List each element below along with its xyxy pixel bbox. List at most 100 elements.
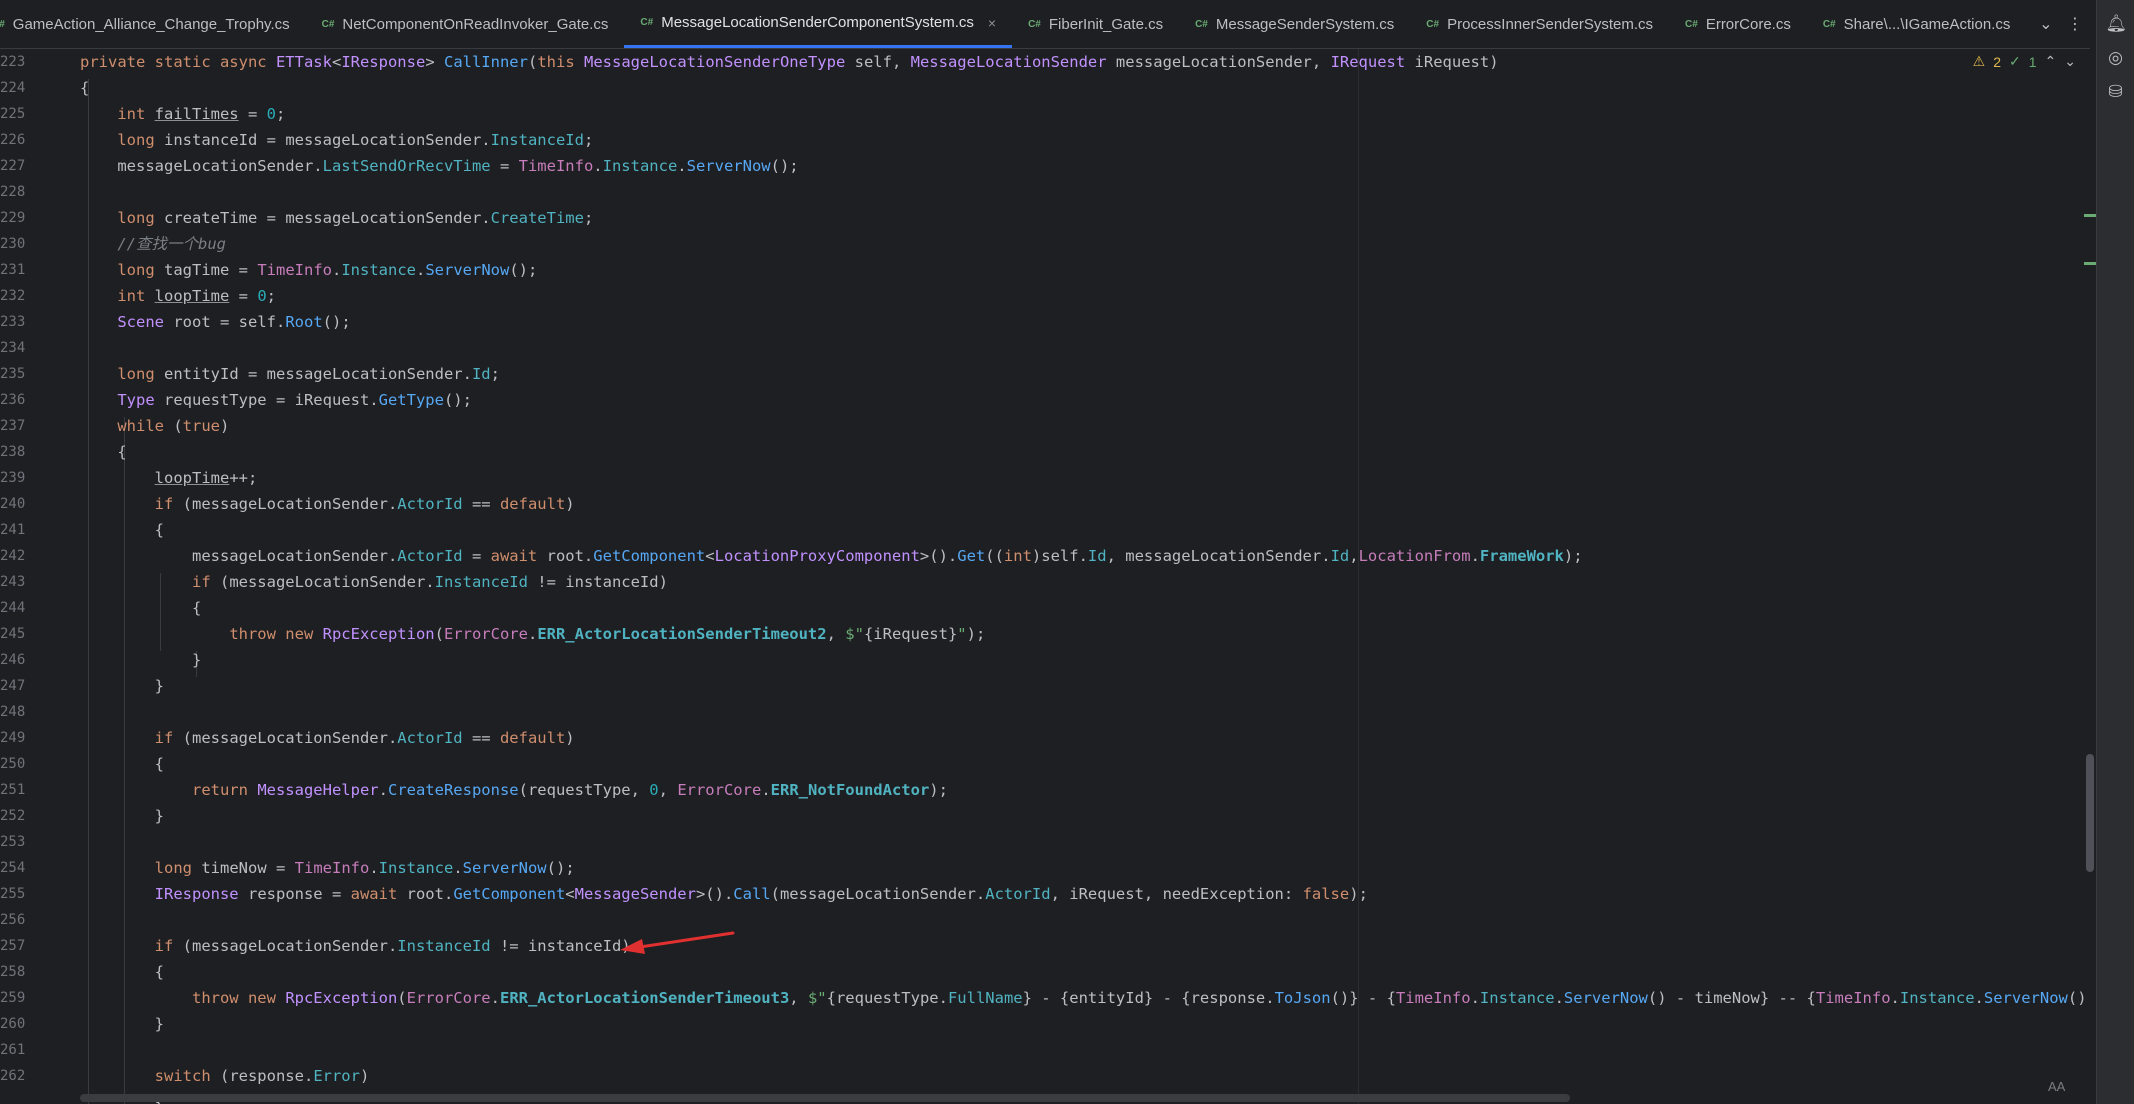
tab-label: ErrorCore.cs (1705, 15, 1791, 33)
line-number: 251 (0, 782, 26, 798)
line-number: 229 (0, 210, 26, 226)
csharp-file-icon: C# (1028, 18, 1041, 30)
code-line: int failTimes = 0; (117, 105, 286, 123)
tab-6[interactable]: C# ErrorCore.cs (1669, 0, 1807, 48)
code-line: long createTime = messageLocationSender.… (117, 209, 594, 227)
line-number-gutter: 223 224 225 226 227 228 229 230 231 232 233 234 235 2… (0, 49, 44, 1104)
tab-list-chevron-icon[interactable]: ⌄ (2039, 14, 2052, 34)
code-line: long entityId = messageLocationSender.Id… (117, 365, 500, 383)
line-number: 242 (0, 548, 26, 564)
code-line: long instanceId = messageLocationSender.… (117, 131, 594, 149)
code-line: { (80, 79, 90, 97)
line-number: 243 (0, 574, 26, 590)
font-size-icon[interactable]: AA (2048, 1079, 2065, 1094)
code-line: return MessageHelper.CreateResponse(requ… (191, 781, 948, 799)
code-line: if (messageLocationSender.InstanceId != … (191, 573, 668, 591)
ai-assistant-icon[interactable]: ◎ (2106, 48, 2126, 68)
code-line: } (80, 651, 202, 669)
line-number: 241 (0, 522, 26, 538)
line-number: 234 (0, 340, 26, 356)
code-line: } (80, 807, 164, 825)
tab-label: FiberInit_Gate.cs (1048, 15, 1164, 33)
line-number: 260 (0, 1016, 26, 1032)
csharp-file-icon: C# (640, 17, 654, 28)
line-number: 246 (0, 652, 26, 668)
tab-1[interactable]: C# NetComponentOnReadInvoker_Gate.cs (306, 0, 625, 48)
csharp-file-icon: C# (321, 18, 335, 30)
code-area[interactable]: private static async ETTask<IResponse> C… (80, 49, 2096, 1104)
line-number: 252 (0, 808, 26, 824)
tab-7[interactable]: C# Share\...\IGameAction.cs (1807, 0, 2027, 48)
tab-label: MessageSenderSystem.cs (1215, 15, 1395, 33)
code-editor[interactable]: 223 224 225 226 227 228 229 230 231 232 233 234 235 2… (0, 49, 2096, 1104)
line-number: 224 (0, 80, 26, 96)
database-icon[interactable]: ⛁ (2106, 82, 2126, 102)
code-line: private static async ETTask<IResponse> C… (80, 53, 1499, 71)
line-number: 258 (0, 964, 26, 980)
code-line: if (messageLocationSender.ActorId == def… (154, 495, 575, 513)
line-number: 248 (0, 704, 26, 720)
csharp-file-icon: C# (1195, 18, 1208, 30)
close-tab-icon[interactable]: × (988, 15, 996, 31)
line-number: 256 (0, 912, 26, 928)
line-number: 245 (0, 626, 26, 642)
line-number: 259 (0, 990, 26, 1006)
line-number: 247 (0, 678, 26, 694)
tab-label: NetComponentOnReadInvoker_Gate.cs (342, 15, 609, 33)
line-number: 261 (0, 1042, 26, 1058)
line-number: 226 (0, 132, 26, 148)
code-line: throw new RpcException(ErrorCore.ERR_Act… (191, 989, 2096, 1007)
line-number: 240 (0, 496, 26, 512)
bell-icon[interactable]: 🔔︎ (2106, 14, 2128, 34)
csharp-file-icon: C# (1426, 18, 1440, 30)
line-number: 225 (0, 106, 26, 122)
code-line: } (80, 677, 164, 695)
line-number: 236 (0, 392, 26, 408)
line-number: 249 (0, 730, 26, 746)
code-line: { (80, 521, 164, 539)
tab-5[interactable]: C# ProcessInnerSenderSystem.cs (1410, 0, 1669, 48)
code-line: Scene root = self.Root(); (117, 313, 351, 331)
tab-4[interactable]: C# MessageSenderSystem.cs (1179, 0, 1410, 48)
change-marker (2084, 262, 2096, 265)
code-line: messageLocationSender.LastSendOrRecvTime… (80, 157, 799, 175)
code-line: messageLocationSender.ActorId = await ro… (80, 547, 1583, 565)
code-line: if (messageLocationSender.ActorId == def… (154, 729, 575, 747)
tab-2[interactable]: C# MessageLocationSenderComponentSystem.c… (624, 0, 1013, 48)
line-number: 250 (0, 756, 26, 772)
line-number: 255 (0, 886, 26, 902)
line-number: 237 (0, 418, 26, 434)
tab-label: ProcessInnerSenderSystem.cs (1447, 15, 1654, 33)
vertical-scrollbar[interactable] (2086, 754, 2094, 872)
tab-label: MessageLocationSenderComponentSystem.cs (661, 14, 974, 31)
change-marker (2084, 214, 2096, 217)
line-number: 227 (0, 158, 26, 174)
code-line: int loopTime = 0; (117, 287, 276, 305)
code-line: long timeNow = TimeInfo.Instance.ServerN… (154, 859, 575, 877)
line-number: 238 (0, 444, 26, 460)
line-number: 235 (0, 366, 26, 382)
editor-tab-bar: C#GameAction_Alliance_Change_Trophy.csC#… (0, 0, 2090, 49)
line-number: 239 (0, 470, 26, 486)
csharp-file-icon: C# (0, 19, 5, 30)
line-number: 230 (0, 236, 26, 252)
code-line: { (80, 599, 202, 617)
code-line: IResponse response = await root.GetCompo… (154, 885, 1368, 903)
line-number: 232 (0, 288, 26, 304)
line-number: 231 (0, 262, 26, 278)
line-number: 228 (0, 184, 26, 200)
code-line: } (80, 1015, 164, 1033)
tab-label: GameAction_Alliance_Change_Trophy.cs (12, 15, 290, 33)
code-line: throw new RpcException(ErrorCore.ERR_Act… (229, 625, 986, 643)
line-number: 244 (0, 600, 26, 616)
code-line: //查找一个bug (117, 235, 226, 253)
csharp-file-icon: C# (1685, 18, 1698, 30)
tab-3[interactable]: C# FiberInit_Gate.cs (1012, 0, 1179, 48)
more-options-icon[interactable]: ⋮ (2067, 14, 2083, 34)
horizontal-scrollbar[interactable] (80, 1094, 1570, 1102)
tab-0[interactable]: C# GameAction_Alliance_Change_Trophy.cs (0, 0, 306, 48)
code-line: if (messageLocationSender.InstanceId != … (154, 937, 631, 955)
line-number: 223 (0, 54, 26, 70)
line-number: 262 (0, 1068, 26, 1084)
line-number: 257 (0, 938, 26, 954)
